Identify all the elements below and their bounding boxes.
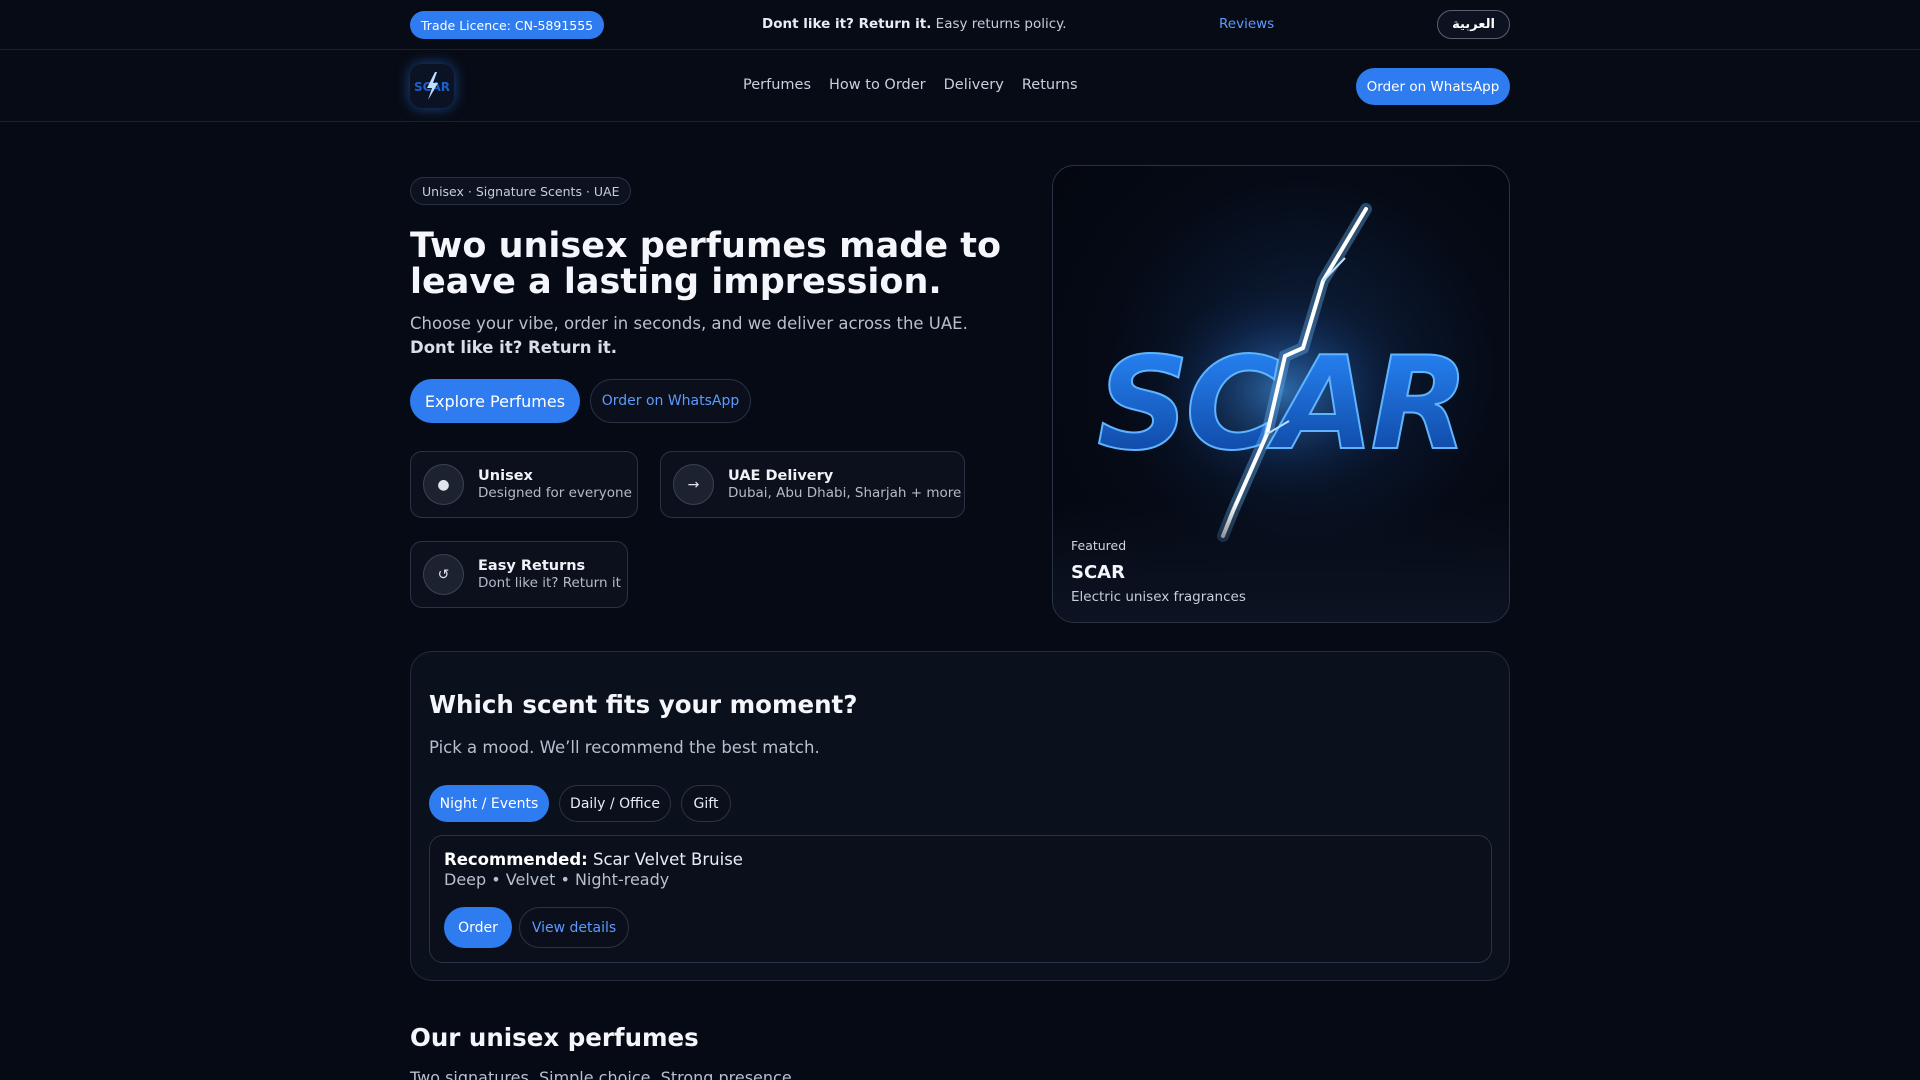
language-toggle-button[interactable]: العربية bbox=[1437, 10, 1510, 39]
featured-name: SCAR bbox=[1071, 562, 1125, 583]
recommendation-title: Recommended: Scar Velvet Bruise bbox=[444, 850, 743, 869]
recommended-label: Recommended: bbox=[444, 850, 588, 869]
scar-logo-icon[interactable]: SCAR bbox=[410, 64, 454, 108]
quiz-subtitle: Pick a mood. We’ll recommend the best ma… bbox=[429, 738, 820, 757]
hero-tagline: Unisex · Signature Scents · UAE bbox=[410, 177, 632, 205]
recommendation-order-button[interactable]: Order bbox=[444, 907, 512, 948]
hero-order-whatsapp-button[interactable]: Order on WhatsApp bbox=[590, 379, 751, 423]
main-nav: SCAR Perfumes How to Order Delivery Retu… bbox=[0, 50, 1920, 122]
hero-title: Two unisex perfumes made to leave a last… bbox=[410, 226, 1002, 302]
dot-icon: ● bbox=[423, 464, 464, 505]
featured-kicker: Featured bbox=[1071, 538, 1127, 553]
trade-licence-badge: Trade Licence: CN-5891555 bbox=[410, 11, 605, 39]
nav-link-delivery[interactable]: Delivery bbox=[944, 77, 1004, 93]
quiz-title: Which scent fits your moment? bbox=[429, 690, 858, 719]
hero-subtitle-bold: Dont like it? Return it. bbox=[410, 338, 618, 357]
nav-link-perfumes[interactable]: Perfumes bbox=[743, 77, 811, 93]
mood-chip-night-events[interactable]: Night / Events bbox=[429, 785, 549, 822]
feature-title: Easy Returns bbox=[478, 558, 586, 574]
feature-easy-returns: ↺ Easy Returns Dont like it? Return it bbox=[410, 541, 628, 608]
featured-card[interactable]: SCAR Featured SCAR Electric unisex fragr… bbox=[1052, 165, 1510, 623]
feature-uae-delivery: → UAE Delivery Dubai, Abu Dhabi, Sharjah… bbox=[660, 451, 965, 518]
products-title: Our unisex perfumes bbox=[410, 1023, 699, 1052]
nav-links: Perfumes How to Order Delivery Returns bbox=[743, 77, 1078, 93]
nav-link-how-to-order[interactable]: How to Order bbox=[829, 77, 926, 93]
nav-link-returns[interactable]: Returns bbox=[1022, 77, 1078, 93]
feature-unisex: ● Unisex Designed for everyone bbox=[410, 451, 638, 518]
promo-bold-text: Dont like it? Return it. bbox=[762, 16, 932, 32]
feature-title: Unisex bbox=[478, 468, 533, 484]
recommendation-details-button[interactable]: View details bbox=[519, 907, 629, 948]
hero-subtitle: Choose your vibe, order in seconds, and … bbox=[410, 312, 1010, 360]
explore-perfumes-button[interactable]: Explore Perfumes bbox=[410, 379, 580, 423]
returns-promo: Dont like it? Return it. Easy returns po… bbox=[762, 16, 1067, 32]
reviews-link[interactable]: Reviews bbox=[1219, 16, 1274, 32]
scent-quiz-panel: Which scent fits your moment? Pick a moo… bbox=[410, 651, 1510, 981]
recommendation-card: Recommended: Scar Velvet Bruise Deep • V… bbox=[429, 835, 1492, 963]
feature-desc: Designed for everyone bbox=[478, 485, 632, 501]
promo-text: Easy returns policy. bbox=[931, 16, 1067, 32]
recommended-notes: Deep • Velvet • Night-ready bbox=[444, 870, 670, 889]
mood-chip-gift[interactable]: Gift bbox=[681, 785, 731, 822]
featured-desc: Electric unisex fragrances bbox=[1071, 589, 1246, 605]
feature-desc: Dont like it? Return it bbox=[478, 575, 621, 591]
hero-subtitle-text: Choose your vibe, order in seconds, and … bbox=[410, 314, 968, 333]
top-bar: Trade Licence: CN-5891555 Dont like it? … bbox=[0, 0, 1920, 50]
arrow-right-icon: → bbox=[673, 464, 714, 505]
return-arrow-icon: ↺ bbox=[423, 554, 464, 595]
products-subtitle: Two signatures. Simple choice. Strong pr… bbox=[410, 1068, 797, 1080]
feature-desc: Dubai, Abu Dhabi, Sharjah + more bbox=[728, 485, 962, 501]
recommended-name: Scar Velvet Bruise bbox=[587, 850, 743, 869]
mood-chip-daily-office[interactable]: Daily / Office bbox=[559, 785, 671, 822]
feature-title: UAE Delivery bbox=[728, 468, 834, 484]
nav-order-whatsapp-button[interactable]: Order on WhatsApp bbox=[1356, 68, 1510, 105]
